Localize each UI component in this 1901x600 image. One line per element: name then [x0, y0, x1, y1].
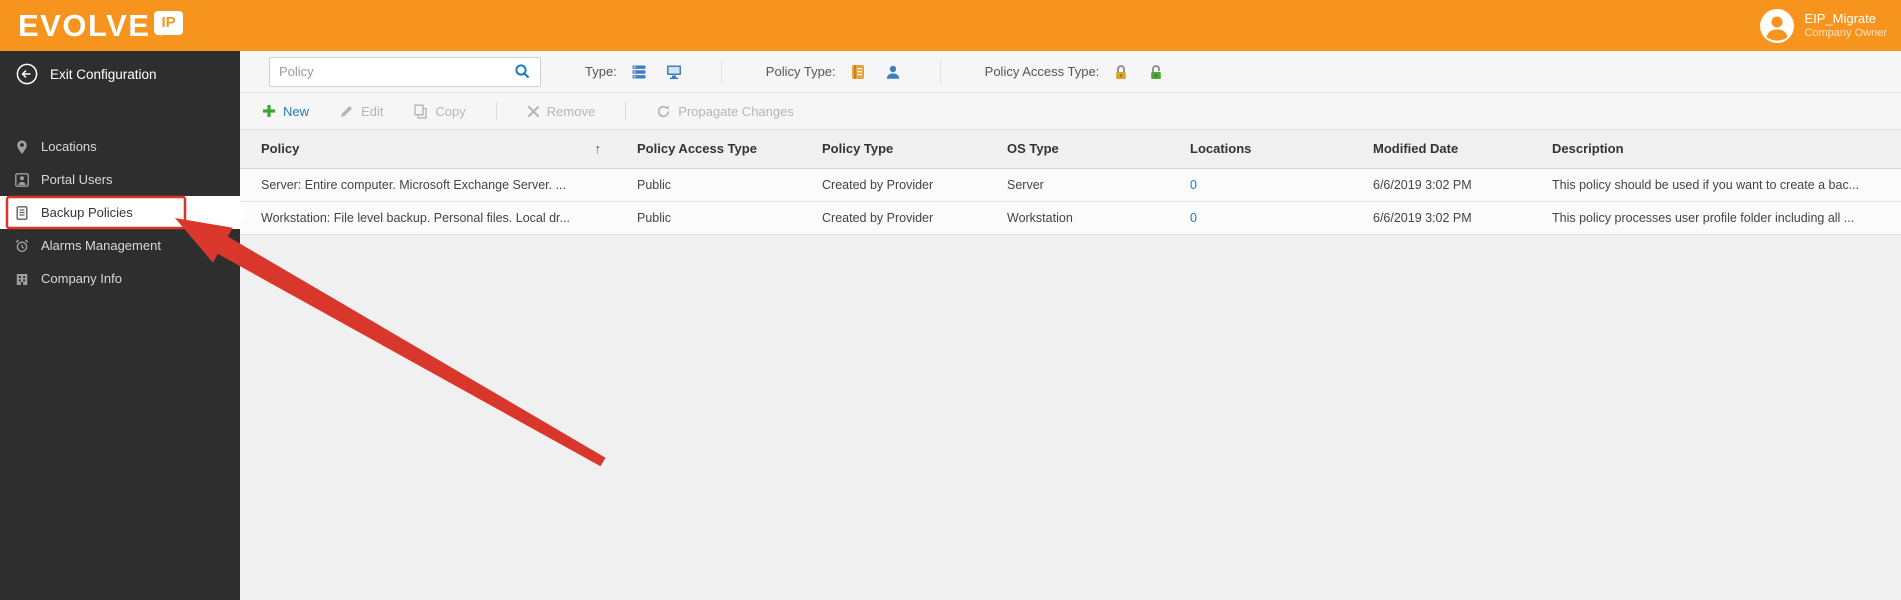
- table-row[interactable]: Workstation: File level backup. Personal…: [240, 201, 1901, 235]
- locations-count-link[interactable]: 0: [1190, 178, 1197, 192]
- filter-separator: [720, 59, 722, 84]
- policy-search-box: [269, 56, 541, 87]
- user-avatar-icon: [1759, 8, 1795, 44]
- private-lock-icon[interactable]: [1108, 59, 1134, 85]
- cell-policy-type: Created by Provider: [812, 201, 997, 235]
- back-arrow-icon: [16, 63, 38, 85]
- policies-table: Policy ↑ Policy Access Type Policy Type …: [240, 130, 1901, 235]
- workstation-type-icon[interactable]: [661, 59, 687, 85]
- magnifier-icon[interactable]: [514, 63, 531, 80]
- policy-search-input[interactable]: [279, 64, 508, 79]
- copy-button-label: Copy: [435, 103, 466, 119]
- sidebar-item-label: Locations: [41, 139, 97, 154]
- sidebar-item-portal-users[interactable]: Portal Users: [0, 163, 240, 196]
- action-toolbar: New Edit Copy Remove Propagate Changes: [240, 93, 1901, 130]
- public-lock-icon[interactable]: [1143, 59, 1169, 85]
- company-building-icon: [14, 271, 30, 287]
- sidebar: Exit Configuration Locations Portal User…: [0, 51, 240, 600]
- evolveip-logo: EVOLVE IP: [18, 6, 183, 46]
- column-header-policy[interactable]: Policy ↑: [240, 130, 627, 169]
- access-type-filter-group: Policy Access Type:: [985, 59, 1170, 85]
- edit-button-label: Edit: [361, 103, 384, 119]
- sidebar-item-alarms-management[interactable]: Alarms Management: [0, 229, 240, 262]
- sidebar-item-locations[interactable]: Locations: [0, 130, 240, 163]
- column-header-policy-access-type[interactable]: Policy Access Type: [627, 130, 812, 169]
- policy-type-filter-group: Policy Type:: [766, 59, 906, 85]
- app-window: EVOLVE IP EIP_Migrate Company Owner Exit…: [0, 0, 1901, 600]
- sidebar-item-label: Alarms Management: [41, 238, 161, 253]
- cell-os-type: Server: [997, 168, 1180, 202]
- copy-button[interactable]: Copy: [413, 103, 466, 119]
- locations-count-link[interactable]: 0: [1190, 211, 1197, 225]
- x-icon: [527, 105, 540, 118]
- logo-brand-text: EVOLVE: [18, 7, 151, 43]
- cell-locations: 0: [1180, 201, 1363, 235]
- cell-modified-date: 6/6/2019 3:02 PM: [1363, 168, 1542, 202]
- sidebar-item-label: Company Info: [41, 271, 122, 286]
- top-header: EVOLVE IP EIP_Migrate Company Owner: [0, 0, 1901, 51]
- cell-policy: Server: Entire computer. Microsoft Excha…: [240, 168, 627, 202]
- type-filter-label: Type:: [585, 64, 617, 79]
- policy-type-filter-label: Policy Type:: [765, 64, 836, 79]
- logo-ip-bubble: IP: [154, 10, 183, 36]
- exit-configuration-label: Exit Configuration: [50, 66, 157, 82]
- provider-policy-icon[interactable]: [845, 59, 871, 85]
- cell-access-type: Public: [627, 168, 812, 202]
- sidebar-item-label: Portal Users: [41, 172, 113, 187]
- sort-ascending-icon[interactable]: ↑: [595, 141, 602, 156]
- copy-icon: [413, 104, 428, 119]
- propagate-changes-label: Propagate Changes: [678, 103, 794, 119]
- remove-button[interactable]: Remove: [527, 104, 595, 119]
- exit-configuration-button[interactable]: Exit Configuration: [0, 51, 240, 97]
- cell-locations: 0: [1180, 168, 1363, 202]
- new-button[interactable]: New: [262, 104, 309, 119]
- remove-button-label: Remove: [546, 103, 596, 119]
- filter-separator: [939, 59, 941, 84]
- table-header-row: Policy ↑ Policy Access Type Policy Type …: [240, 130, 1901, 169]
- cell-access-type: Public: [627, 201, 812, 235]
- user-policy-icon[interactable]: [880, 59, 906, 85]
- portal-user-icon: [14, 172, 30, 188]
- propagate-changes-button[interactable]: Propagate Changes: [656, 104, 794, 119]
- user-role: Company Owner: [1804, 26, 1887, 39]
- cell-os-type: Workstation: [997, 201, 1180, 235]
- cell-modified-date: 6/6/2019 3:02 PM: [1363, 201, 1542, 235]
- table-row[interactable]: Server: Entire computer. Microsoft Excha…: [240, 168, 1901, 202]
- location-pin-icon: [14, 139, 30, 155]
- backup-policy-icon: [14, 205, 30, 221]
- user-info: EIP_Migrate Company Owner: [1804, 11, 1887, 41]
- column-header-label: Policy: [261, 141, 300, 157]
- sidebar-item-backup-policies[interactable]: Backup Policies: [0, 196, 240, 229]
- column-header-policy-type[interactable]: Policy Type: [812, 130, 997, 169]
- refresh-icon: [656, 104, 671, 119]
- column-header-modified-date[interactable]: Modified Date: [1363, 130, 1542, 169]
- main-content: Type:: [240, 51, 1901, 600]
- sidebar-item-label: Backup Policies: [41, 205, 133, 220]
- column-header-description[interactable]: Description: [1542, 130, 1901, 169]
- new-button-label: New: [283, 103, 310, 119]
- filter-bar: Type:: [240, 51, 1901, 93]
- pencil-icon: [339, 104, 354, 119]
- toolbar-separator: [625, 102, 627, 120]
- sidebar-nav: Locations Portal Users Backup Policies A…: [0, 130, 240, 295]
- server-type-icon[interactable]: [626, 59, 652, 85]
- user-menu[interactable]: EIP_Migrate Company Owner: [1759, 8, 1891, 44]
- cell-policy: Workstation: File level backup. Personal…: [240, 201, 627, 235]
- access-type-filter-label: Policy Access Type:: [984, 64, 1100, 79]
- user-name: EIP_Migrate: [1804, 10, 1876, 26]
- type-filter-group: Type:: [585, 59, 687, 85]
- column-header-os-type[interactable]: OS Type: [997, 130, 1180, 169]
- edit-button[interactable]: Edit: [339, 104, 383, 119]
- cell-policy-type: Created by Provider: [812, 168, 997, 202]
- toolbar-separator: [495, 102, 497, 120]
- alarm-icon: [14, 238, 30, 254]
- cell-description: This policy should be used if you want t…: [1542, 168, 1901, 202]
- plus-icon: [262, 104, 276, 118]
- column-header-locations[interactable]: Locations: [1180, 130, 1363, 169]
- sidebar-item-company-info[interactable]: Company Info: [0, 262, 240, 295]
- cell-description: This policy processes user profile folde…: [1542, 201, 1901, 235]
